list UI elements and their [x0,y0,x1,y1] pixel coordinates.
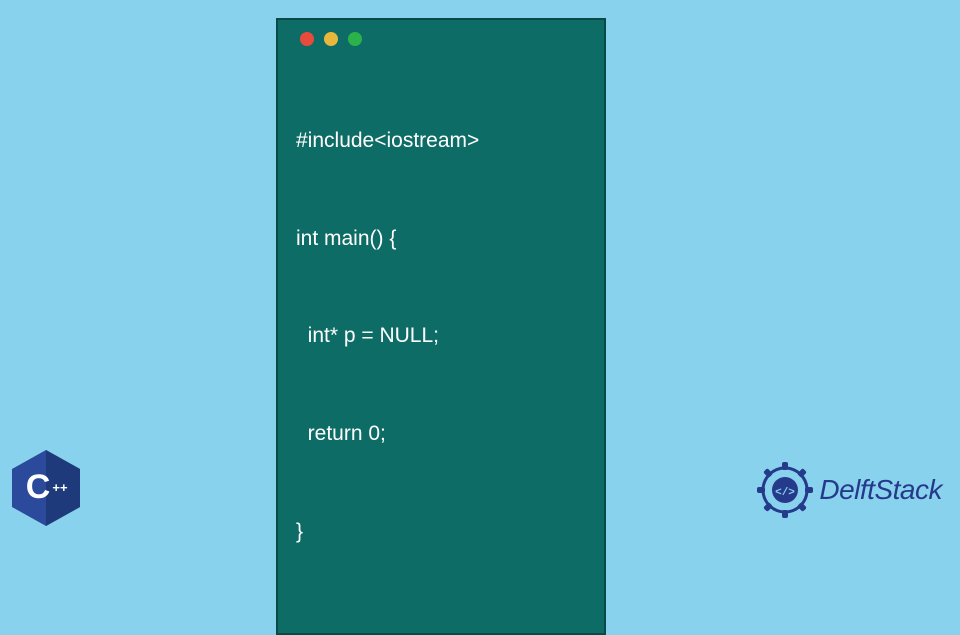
code-line: int main() { [296,223,586,256]
code-line: #include<iostream> [296,125,586,158]
traffic-lights [300,32,586,46]
close-icon [300,32,314,46]
brand-name: DelftStack [819,474,942,506]
code-line: int* p = NULL; [296,320,586,353]
minimize-icon [324,32,338,46]
code-block: #include<iostream> int main() { int* p =… [296,60,586,613]
code-line: return 0; [296,418,586,451]
cpp-letter: C [26,468,51,506]
code-line: } [296,516,586,549]
code-window: #include<iostream> int main() { int* p =… [276,18,606,635]
cpp-plus: ++ [52,480,68,495]
brand-gear-icon: </> [757,462,813,518]
brand-logo: </> DelftStack [757,462,942,518]
cpp-logo-icon: C ++ [10,448,82,528]
maximize-icon [348,32,362,46]
brand-code-glyph: </> [775,487,795,499]
